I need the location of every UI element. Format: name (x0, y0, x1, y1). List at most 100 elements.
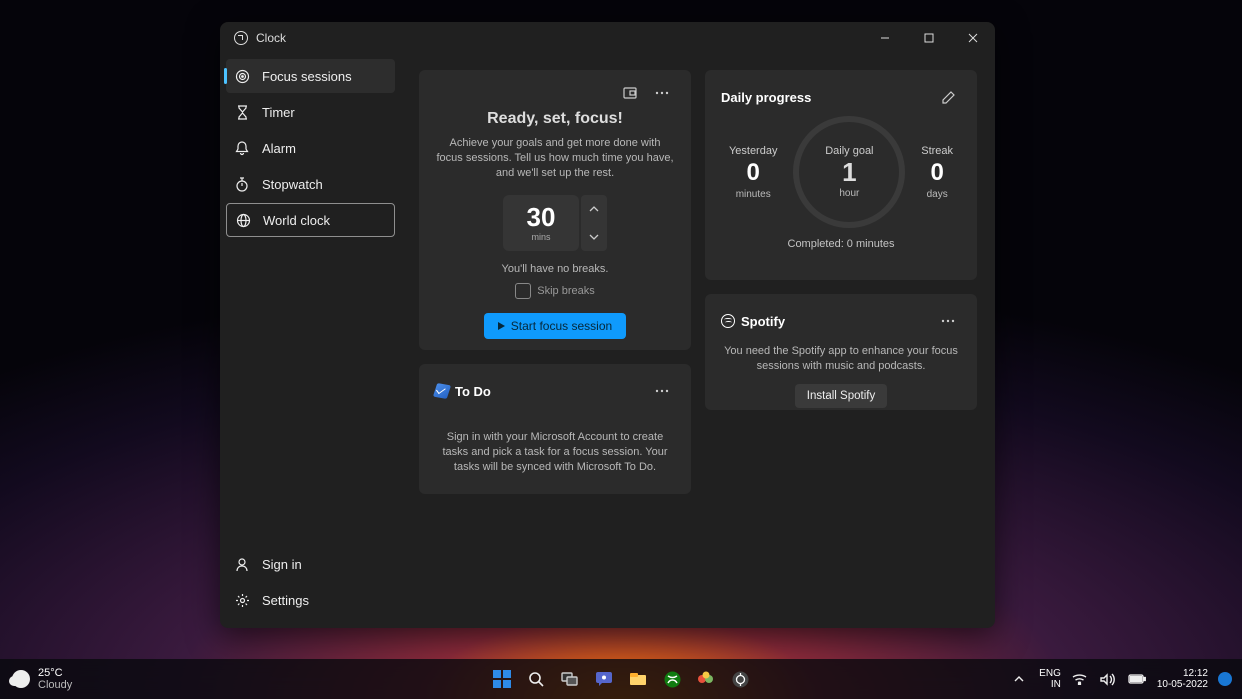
time-picker: 30 mins (435, 195, 675, 251)
sidebar-sign-in[interactable]: Sign in (226, 547, 395, 581)
taskbar[interactable]: 25°C Cloudy ENG IN 12:12 10-05-2022 (0, 659, 1242, 699)
skip-breaks-option[interactable]: Skip breaks (435, 283, 675, 299)
more-icon[interactable] (649, 378, 675, 404)
minutes-display[interactable]: 30 mins (503, 195, 579, 251)
window-controls (863, 22, 995, 54)
windows-icon (493, 670, 511, 688)
xbox-button[interactable] (658, 665, 686, 693)
system-tray: ENG IN 12:12 10-05-2022 (1009, 665, 1232, 693)
start-button[interactable] (488, 665, 516, 693)
lang-primary: ENG (1039, 668, 1061, 679)
goal-value: 1 (842, 157, 856, 188)
app-icon-1[interactable] (692, 665, 720, 693)
sidebar: Focus sessions Timer Alarm Stopwatch Wor… (220, 54, 401, 628)
weather-widget[interactable]: 25°C Cloudy (12, 667, 72, 691)
spotify-description: You need the Spotify app to enhance your… (721, 344, 961, 374)
sidebar-item-label: Alarm (262, 141, 296, 156)
sidebar-item-focus-sessions[interactable]: Focus sessions (226, 59, 395, 93)
weather-desc: Cloudy (38, 679, 72, 691)
app-icon-2[interactable] (726, 665, 754, 693)
title-bar[interactable]: Clock (220, 22, 995, 54)
install-spotify-button[interactable]: Install Spotify (795, 384, 887, 408)
start-focus-label: Start focus session (511, 319, 612, 333)
streak-label: Streak (921, 145, 953, 157)
taskbar-center (488, 665, 754, 693)
focus-description: Achieve your goals and get more done wit… (435, 136, 675, 181)
sidebar-item-label: World clock (263, 213, 330, 228)
close-button[interactable] (951, 22, 995, 54)
chat-button[interactable] (590, 665, 618, 693)
more-icon[interactable] (649, 80, 675, 106)
yesterday-unit: minutes (729, 189, 778, 200)
hourglass-icon (234, 104, 250, 120)
todo-icon (433, 383, 451, 399)
goal-unit: hour (839, 188, 859, 199)
completed-text: Completed: 0 minutes (721, 238, 961, 250)
clock-app-icon (234, 31, 248, 45)
sidebar-item-alarm[interactable]: Alarm (226, 131, 395, 165)
streak-stat: Streak 0 days (921, 145, 953, 200)
stopwatch-icon (234, 176, 250, 192)
start-focus-button[interactable]: Start focus session (484, 313, 626, 339)
sidebar-sign-in-label: Sign in (262, 557, 302, 572)
yesterday-value: 0 (729, 159, 778, 187)
progress-title: Daily progress (721, 90, 811, 105)
volume-icon[interactable] (1099, 665, 1117, 693)
person-icon (234, 556, 250, 572)
maximize-button[interactable] (907, 22, 951, 54)
lang-secondary: IN (1039, 679, 1061, 690)
clock-window: Clock Focus sessions Timer Alarm Stopwat… (220, 22, 995, 628)
sidebar-item-label: Focus sessions (262, 69, 352, 84)
sidebar-item-world-clock[interactable]: World clock (226, 203, 395, 237)
sidebar-settings-label: Settings (262, 593, 309, 608)
increment-button[interactable] (581, 195, 607, 223)
file-explorer-button[interactable] (624, 665, 652, 693)
target-icon (234, 68, 250, 84)
spotify-title: Spotify (741, 314, 785, 329)
main-content: Ready, set, focus! Achieve your goals an… (401, 54, 995, 628)
focus-card: Ready, set, focus! Achieve your goals an… (419, 70, 691, 350)
yesterday-label: Yesterday (729, 145, 778, 157)
todo-title: To Do (455, 384, 491, 399)
sidebar-item-timer[interactable]: Timer (226, 95, 395, 129)
more-icon[interactable] (935, 308, 961, 334)
edit-button[interactable] (935, 84, 961, 110)
tray-chevron-icon[interactable] (1009, 665, 1029, 693)
minutes-value: 30 (527, 204, 556, 230)
wifi-icon[interactable] (1071, 665, 1089, 693)
tray-date: 10-05-2022 (1157, 679, 1208, 690)
minutes-unit: mins (531, 232, 550, 242)
window-title: Clock (256, 31, 286, 45)
search-button[interactable] (522, 665, 550, 693)
compact-view-button[interactable] (617, 80, 643, 106)
spotify-icon (721, 314, 735, 328)
todo-description: Sign in with your Microsoft Account to c… (435, 430, 675, 475)
goal-label: Daily goal (825, 145, 873, 157)
cloud-icon (12, 670, 30, 688)
sidebar-settings[interactable]: Settings (226, 583, 395, 617)
minimize-button[interactable] (863, 22, 907, 54)
weather-temp: 25°C (38, 667, 72, 679)
battery-icon[interactable] (1127, 665, 1147, 693)
breaks-info: You'll have no breaks. (435, 263, 675, 275)
sidebar-item-label: Stopwatch (262, 177, 323, 192)
sidebar-item-stopwatch[interactable]: Stopwatch (226, 167, 395, 201)
spotify-card: Spotify You need the Spotify app to enha… (705, 294, 977, 410)
gear-icon (234, 592, 250, 608)
notification-badge[interactable] (1218, 672, 1232, 686)
task-view-button[interactable] (556, 665, 584, 693)
streak-value: 0 (921, 159, 953, 187)
goal-ring: Daily goal 1 hour (793, 116, 905, 228)
tray-time: 12:12 (1157, 668, 1208, 679)
bell-icon (234, 140, 250, 156)
daily-progress-card: Daily progress Yesterday 0 minutes Daily… (705, 70, 977, 280)
language-indicator[interactable]: ENG IN (1039, 668, 1061, 690)
decrement-button[interactable] (581, 223, 607, 251)
focus-title: Ready, set, focus! (435, 110, 675, 128)
yesterday-stat: Yesterday 0 minutes (729, 145, 778, 200)
skip-breaks-checkbox[interactable] (515, 283, 531, 299)
clock-tray[interactable]: 12:12 10-05-2022 (1157, 668, 1208, 690)
globe-icon (235, 212, 251, 228)
skip-breaks-label: Skip breaks (537, 285, 594, 297)
sidebar-item-label: Timer (262, 105, 295, 120)
